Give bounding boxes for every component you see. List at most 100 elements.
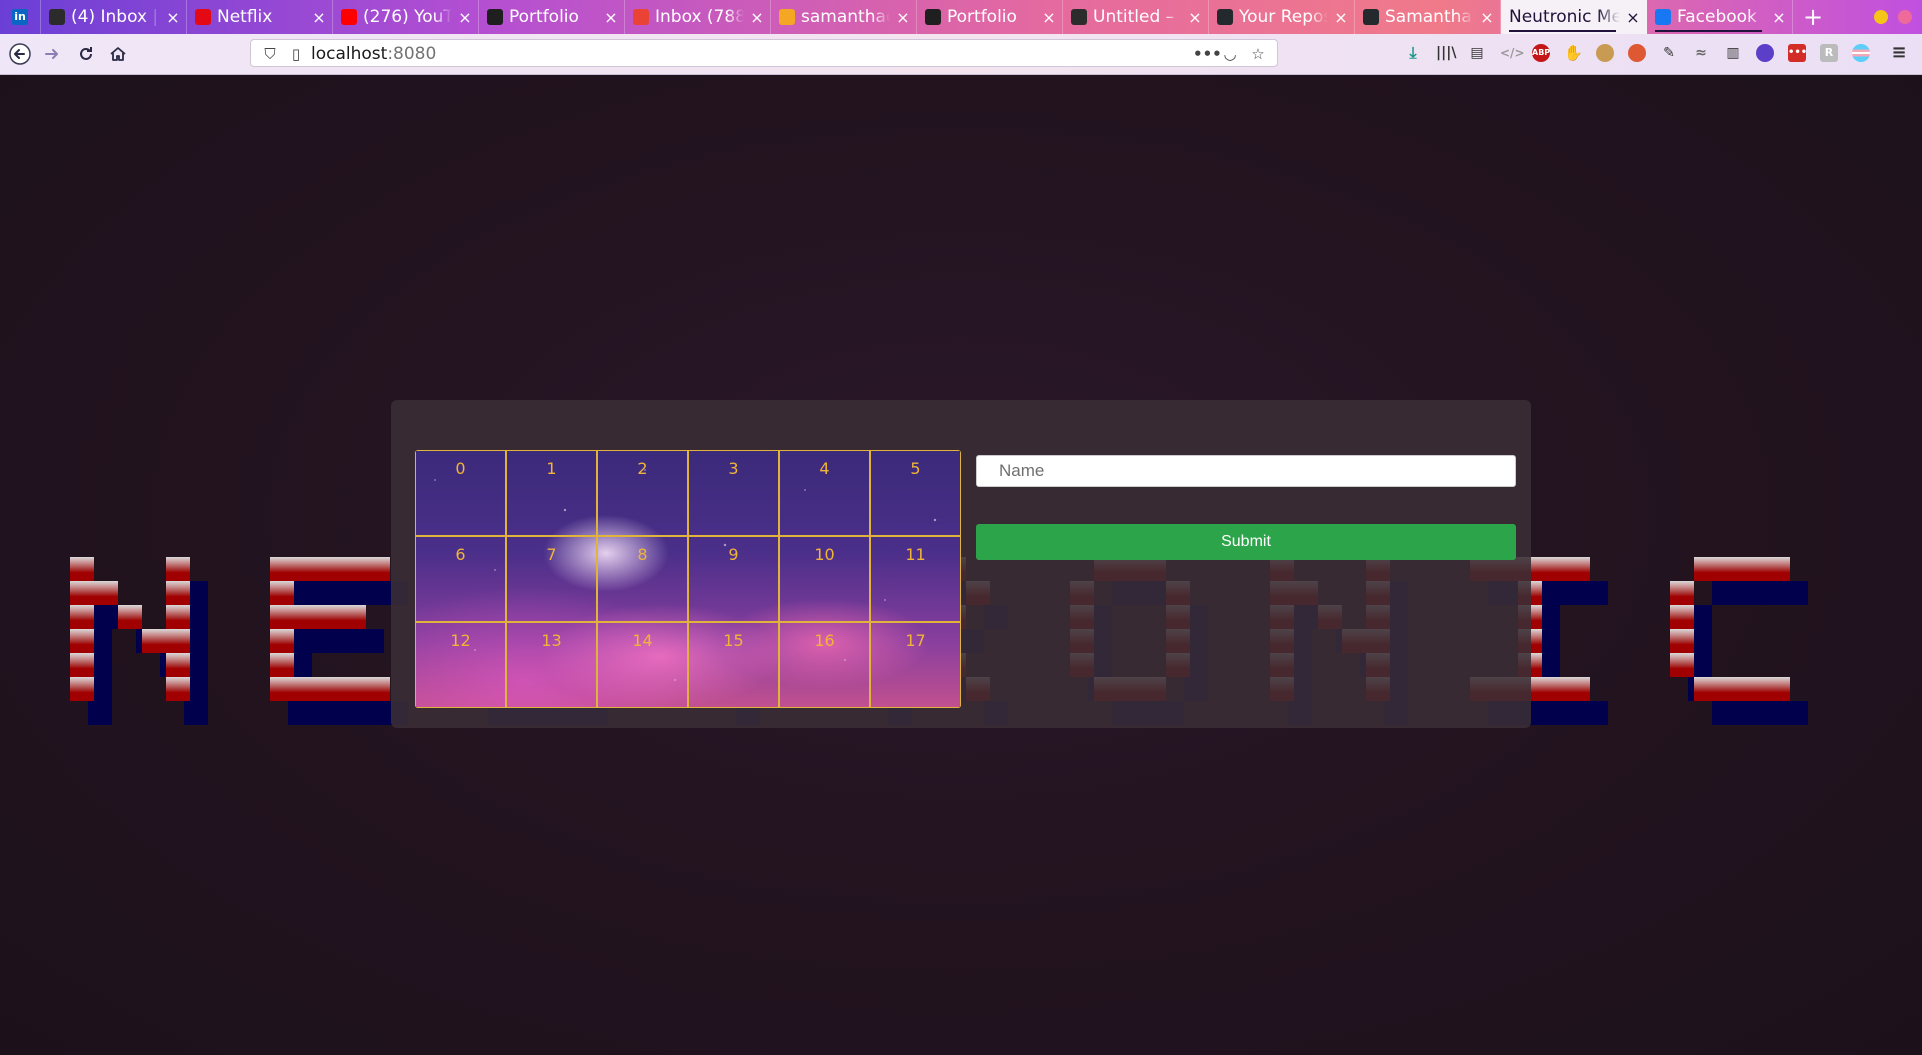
memory-tile[interactable]: 11: [870, 536, 961, 622]
memory-tile[interactable]: 4: [779, 450, 870, 536]
name-input[interactable]: [976, 455, 1516, 487]
tab-10[interactable]: Neutronic Mem ×: [1501, 0, 1647, 34]
new-tab-button[interactable]: +: [1793, 0, 1833, 34]
tab-9[interactable]: SamanthaC ×: [1355, 0, 1501, 34]
gnome-icon[interactable]: ✋: [1564, 44, 1583, 62]
close-tab-icon[interactable]: ×: [604, 8, 618, 27]
memory-tile[interactable]: 1: [506, 450, 597, 536]
memory-tile[interactable]: 2: [597, 450, 688, 536]
memory-tile[interactable]: 15: [688, 622, 779, 708]
memory-tile[interactable]: 7: [506, 536, 597, 622]
home-button[interactable]: [106, 42, 130, 66]
close-tab-icon[interactable]: ×: [1334, 8, 1348, 27]
wave-icon[interactable]: ≈: [1692, 44, 1710, 62]
shield-icon[interactable]: ⛉: [261, 45, 279, 63]
submit-button[interactable]: Submit: [976, 524, 1516, 560]
window-minimize-button[interactable]: [1874, 10, 1888, 24]
dev-tools-icon[interactable]: </>: [1500, 44, 1525, 62]
navigation-toolbar: ⛉ ▯ localhost:8080 ••• ◡ ☆ ⤓ |||\ ▤ </> …: [0, 34, 1922, 75]
url-host: localhost: [311, 44, 388, 64]
youtube-icon: [341, 9, 357, 25]
cookie-icon[interactable]: [1596, 44, 1614, 62]
tab-title: Facebook: [1677, 7, 1757, 27]
url-port: :8080: [387, 44, 437, 64]
tab-0[interactable]: (4) Inbox | s ×: [41, 0, 187, 34]
close-tab-icon[interactable]: ×: [1772, 8, 1786, 27]
tab-title: (4) Inbox | s: [71, 7, 160, 27]
game-card: 01234567891011121314151617 Submit: [391, 400, 1531, 728]
memory-tile[interactable]: 13: [506, 622, 597, 708]
reload-icon: [80, 47, 92, 60]
adblock-icon[interactable]: ABP: [1532, 44, 1550, 62]
tab-8[interactable]: Your Repos ×: [1209, 0, 1355, 34]
tab-title: Inbox (788): [655, 7, 744, 27]
title-letter-c: [1670, 557, 1808, 725]
linkedin-icon: in: [12, 9, 28, 25]
close-tab-icon[interactable]: ×: [312, 8, 326, 27]
bookmark-star-icon[interactable]: ☆: [1249, 45, 1267, 63]
memory-tile[interactable]: 8: [597, 536, 688, 622]
window-close-button[interactable]: [1898, 10, 1912, 24]
tab-11[interactable]: Facebook ×: [1647, 0, 1793, 34]
gmail-icon: [633, 9, 649, 25]
close-tab-icon[interactable]: ×: [458, 8, 472, 27]
arrow-left-icon: [9, 43, 31, 65]
lock-icon: [49, 9, 65, 25]
close-tab-icon[interactable]: ×: [1188, 8, 1202, 27]
tab-title: Netflix: [217, 7, 273, 27]
duckduckgo-icon[interactable]: [1628, 44, 1646, 62]
close-tab-icon[interactable]: ×: [166, 8, 180, 27]
vpn-icon[interactable]: [1756, 44, 1774, 62]
back-button[interactable]: [8, 42, 32, 66]
close-tab-icon[interactable]: ×: [1626, 8, 1640, 27]
memory-tile[interactable]: 10: [779, 536, 870, 622]
lastpass-icon[interactable]: •••: [1788, 44, 1807, 62]
pinned-tab-linkedin[interactable]: in: [0, 0, 41, 34]
library-icon[interactable]: |||\: [1436, 44, 1456, 62]
tab-4[interactable]: Inbox (788) ×: [625, 0, 771, 34]
tab-title: (276) YouTu: [363, 7, 452, 27]
github-icon: [1363, 9, 1379, 25]
sidebar-icon[interactable]: ▤: [1468, 44, 1486, 62]
memory-tile[interactable]: 0: [415, 450, 506, 536]
reload-button[interactable]: [74, 42, 98, 66]
memory-tile[interactable]: 9: [688, 536, 779, 622]
pocket-icon[interactable]: ◡: [1221, 45, 1239, 63]
close-tab-icon[interactable]: ×: [750, 8, 764, 27]
eyedropper-icon[interactable]: ✎: [1660, 44, 1678, 62]
menu-icon[interactable]: ≡: [1890, 44, 1908, 62]
page-content: 01234567891011121314151617 Submit: [0, 75, 1922, 1055]
tab-2[interactable]: (276) YouTu ×: [333, 0, 479, 34]
memory-tile[interactable]: 5: [870, 450, 961, 536]
tab-title: Portfolio: [509, 7, 579, 27]
grid-extension-icon[interactable]: ▥: [1724, 44, 1742, 62]
forward-button[interactable]: [40, 42, 64, 66]
url-text: localhost:8080: [311, 44, 436, 64]
url-bar[interactable]: ⛉ ▯ localhost:8080 ••• ◡ ☆: [250, 39, 1278, 67]
tab-3[interactable]: Portfolio ×: [479, 0, 625, 34]
tab-5[interactable]: samanthacl ×: [771, 0, 917, 34]
close-tab-icon[interactable]: ×: [1480, 8, 1494, 27]
close-tab-icon[interactable]: ×: [896, 8, 910, 27]
angular-icon: [487, 9, 503, 25]
memory-tile[interactable]: 16: [779, 622, 870, 708]
memory-tile[interactable]: 17: [870, 622, 961, 708]
memory-tile[interactable]: 12: [415, 622, 506, 708]
pride-flag-icon[interactable]: [1852, 44, 1870, 62]
download-icon[interactable]: ⤓: [1404, 44, 1422, 62]
memory-tile[interactable]: 3: [688, 450, 779, 536]
tab-1[interactable]: Netflix ×: [187, 0, 333, 34]
tab-bar: in (4) Inbox | s×Netflix×(276) YouTu×Por…: [0, 0, 1922, 34]
close-tab-icon[interactable]: ×: [1042, 8, 1056, 27]
angular-icon: [925, 9, 941, 25]
memory-tile[interactable]: 6: [415, 536, 506, 622]
tab-6[interactable]: Portfolio ×: [917, 0, 1063, 34]
translate-icon[interactable]: R: [1820, 44, 1838, 62]
page-actions-icon[interactable]: •••: [1193, 45, 1222, 63]
figma-icon: [1071, 9, 1087, 25]
memory-tile[interactable]: 14: [597, 622, 688, 708]
tab-7[interactable]: Untitled – F ×: [1063, 0, 1209, 34]
tab-title: SamanthaC: [1385, 7, 1474, 27]
home-icon: [110, 47, 126, 61]
tab-title: Your Repos: [1239, 7, 1328, 27]
